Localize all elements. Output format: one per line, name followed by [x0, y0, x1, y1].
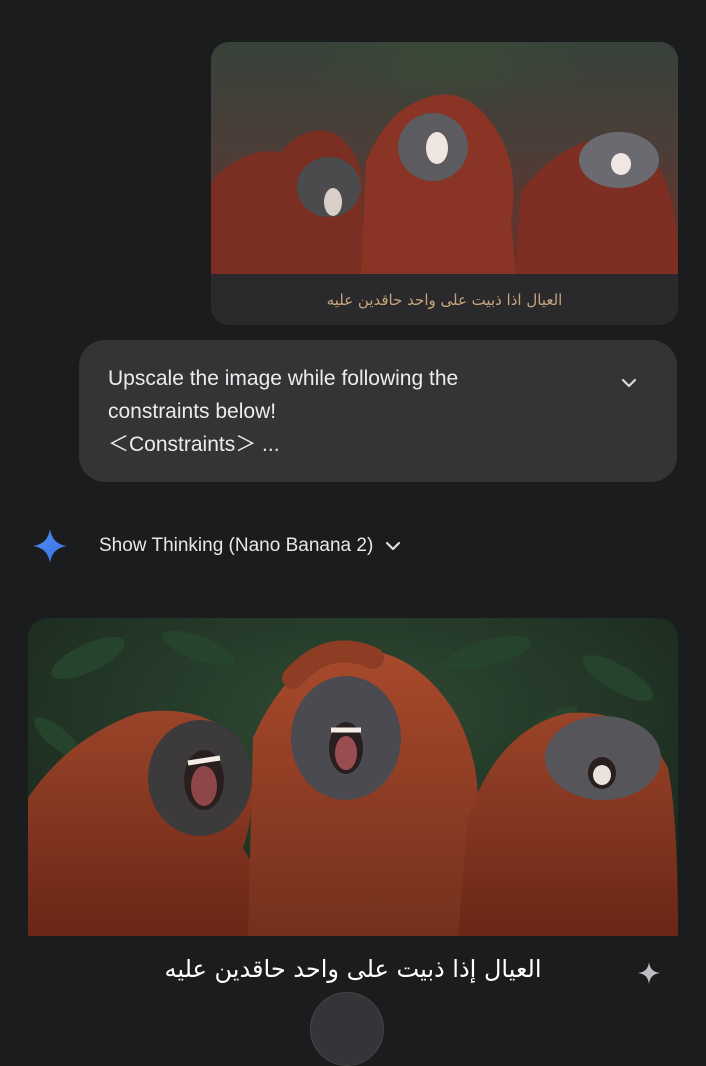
sparkle-icon [33, 529, 67, 563]
prompt-line: constraints below! [108, 400, 277, 423]
chevron-down-icon [621, 378, 637, 388]
prompt-text: Upscale the image while following the co… [108, 362, 598, 461]
uploaded-orangutans-illustration [211, 94, 678, 275]
expand-prompt-button[interactable] [614, 368, 644, 398]
sparkle-icon [638, 962, 660, 984]
uploaded-image-photo [211, 42, 678, 275]
generated-image-caption: العيال إذا ذبيت على واحد حاقدين عليه [164, 954, 542, 983]
prompt-line: ＜Constraints＞ ... [108, 433, 280, 456]
generated-image[interactable]: العيال إذا ذبيت على واحد حاقدين عليه [28, 618, 678, 1001]
show-thinking-toggle[interactable]: Show Thinking (Nano Banana 2) [99, 531, 407, 561]
uploaded-image-caption-bar: العيال اذا ذبيت على واحد حاقدين عليه [211, 274, 678, 325]
generated-image-caption-bar: العيال إذا ذبيت على واحد حاقدين عليه [28, 936, 678, 1001]
generated-orangutans-illustration [28, 618, 678, 936]
scroll-down-button[interactable] [310, 992, 384, 1066]
prompt-line: Upscale the image while following the [108, 367, 459, 390]
show-thinking-label: Show Thinking (Nano Banana 2) [99, 535, 374, 556]
uploaded-image[interactable]: العيال اذا ذبيت على واحد حاقدين عليه [211, 42, 678, 325]
generated-image-photo [28, 618, 678, 936]
uploaded-image-caption: العيال اذا ذبيت على واحد حاقدين عليه [326, 290, 563, 309]
chevron-down-icon [385, 535, 407, 557]
